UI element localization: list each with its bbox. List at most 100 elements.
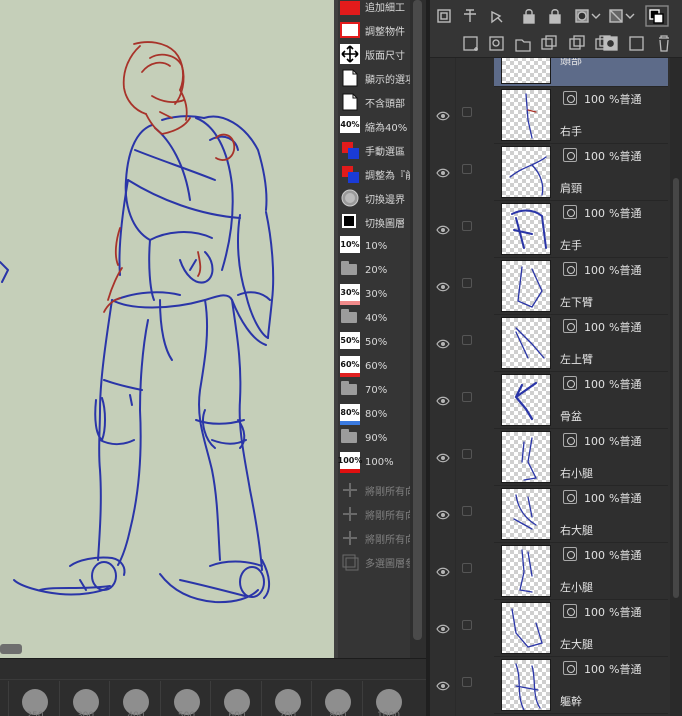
layer-mask-icon[interactable] — [603, 36, 618, 51]
brush-size-item[interactable]: 300 — [61, 685, 111, 716]
brush-size-item[interactable]: 500 — [162, 685, 212, 716]
layer-row[interactable]: 100 %普通 肩頸 — [430, 144, 682, 201]
new-folder-icon[interactable] — [515, 39, 531, 52]
layer-body[interactable]: 100 %普通 右小腿 — [494, 429, 668, 486]
command-item[interactable]: 追加細工 — [338, 0, 410, 18]
layer-list-scrollbar[interactable] — [670, 58, 682, 716]
eye-icon[interactable] — [436, 106, 450, 121]
disabled-command-item[interactable]: 多選圖層參照 — [338, 550, 410, 574]
brush-size-item[interactable]: 400 — [111, 685, 161, 716]
layer-row[interactable]: 100 %普通 左上臂 — [430, 315, 682, 372]
eye-icon[interactable] — [436, 277, 450, 292]
layer-color-checkbox[interactable] — [462, 620, 472, 630]
layer-row[interactable]: 頭部 — [430, 58, 682, 87]
layer-row[interactable]: 100 %普通 右小腿 — [430, 429, 682, 486]
duplicate-layer-icon[interactable] — [541, 35, 557, 50]
eye-icon[interactable] — [436, 220, 450, 235]
opacity-preset-item[interactable]: 40% — [338, 306, 410, 330]
clear-layer-icon[interactable] — [629, 36, 644, 51]
command-item[interactable]: 切換邊界 — [338, 186, 410, 210]
eye-icon[interactable] — [436, 334, 450, 349]
merge-down-icon[interactable] — [569, 35, 585, 50]
opacity-preset-item[interactable]: 60% 60% — [338, 354, 410, 378]
layer-body[interactable]: 100 %普通 軀幹 — [494, 657, 668, 714]
eye-icon[interactable] — [436, 505, 450, 520]
disabled-command-item[interactable]: 將剛所有向量 — [338, 526, 410, 550]
opacity-preset-item[interactable]: 90% — [338, 426, 410, 450]
brush-size-item[interactable]: 1000 — [364, 685, 414, 716]
opacity-preset-item[interactable]: 10% 10% — [338, 234, 410, 258]
eye-icon[interactable] — [436, 619, 450, 634]
new-vector-layer-icon[interactable] — [489, 36, 504, 51]
command-bar-scrollbar[interactable] — [410, 0, 426, 658]
layer-color-checkbox[interactable] — [462, 335, 472, 345]
layer-row[interactable]: 100 %普通 左手 — [430, 201, 682, 258]
layer-row[interactable]: 100 %普通 左小腿 — [430, 543, 682, 600]
layer-color-checkbox[interactable] — [462, 164, 472, 174]
lock-transparency-icon[interactable] — [549, 9, 561, 24]
layer-row[interactable]: 100 %普通 右大腿 — [430, 486, 682, 543]
layer-body[interactable]: 100 %普通 右大腿 — [494, 486, 668, 543]
layer-body[interactable]: 100 %普通 右手 — [494, 87, 668, 144]
command-item[interactable]: 不含頭部 — [338, 90, 410, 114]
layer-list-scroll-thumb[interactable] — [673, 178, 679, 598]
layer-row[interactable]: 100 %普通 左大腿 — [430, 600, 682, 657]
drawing-canvas[interactable] — [0, 0, 336, 658]
command-item[interactable]: 調整為『前 — [338, 162, 410, 186]
mask-icon[interactable] — [575, 9, 601, 23]
layer-row[interactable]: 100 %普通 左下臂 — [430, 258, 682, 315]
layer-color-checkbox[interactable] — [462, 221, 472, 231]
command-bar-scroll-thumb[interactable] — [413, 0, 422, 640]
delete-layer-icon[interactable] — [659, 35, 669, 52]
brush-size-item[interactable]: 800 — [313, 685, 363, 716]
layer-color-checkbox[interactable] — [462, 107, 472, 117]
color-icon[interactable] — [645, 5, 669, 27]
eye-icon[interactable] — [436, 562, 450, 577]
opacity-preset-item[interactable]: 20% — [338, 258, 410, 282]
brush-size-item[interactable]: 250 — [10, 685, 60, 716]
brush-size-item[interactable]: 700 — [263, 685, 313, 716]
command-item[interactable]: 調整物件 — [338, 18, 410, 42]
command-item[interactable]: 版面尺寸 — [338, 42, 410, 66]
new-raster-layer-icon[interactable] — [463, 36, 478, 51]
transfer-icon[interactable] — [464, 9, 476, 22]
layer-body[interactable]: 100 %普通 骨盆 — [494, 372, 668, 429]
command-item[interactable]: 40% 縮為40% — [338, 114, 410, 138]
opacity-preset-item[interactable]: 80% 80% — [338, 402, 410, 426]
layer-color-checkbox[interactable] — [462, 563, 472, 573]
opacity-preset-item[interactable]: 50% 50% — [338, 330, 410, 354]
eye-icon[interactable] — [436, 163, 450, 178]
layer-row[interactable]: 100 %普通 右手 — [430, 87, 682, 144]
command-item[interactable]: 切換圖層 — [338, 210, 410, 234]
disabled-command-item[interactable]: 將剛所有向量 — [338, 502, 410, 526]
opacity-preset-item[interactable]: 30% 30% — [338, 282, 410, 306]
auto-select-icon[interactable] — [491, 10, 503, 24]
layer-color-checkbox[interactable] — [462, 278, 472, 288]
layer-color-checkbox[interactable] — [462, 449, 472, 459]
layer-body[interactable]: 100 %普通 左上臂 — [494, 315, 668, 372]
layer-color-checkbox[interactable] — [462, 506, 472, 516]
opacity-preset-item[interactable]: 100% 100% — [338, 450, 410, 474]
canvas-horizontal-scrollbar[interactable] — [0, 644, 22, 654]
reference-icon[interactable] — [609, 9, 635, 23]
layer-body[interactable]: 100 %普通 左小腿 — [494, 543, 668, 600]
brush-size-item[interactable]: 600 — [212, 685, 262, 716]
lock-icon[interactable] — [523, 9, 535, 24]
eye-icon[interactable] — [436, 391, 450, 406]
eye-icon[interactable] — [436, 448, 450, 463]
layer-body[interactable]: 100 %普通 左手 — [494, 201, 668, 258]
layer-row[interactable]: 100 %普通 軀幹 — [430, 657, 682, 714]
layer-color-checkbox[interactable] — [462, 677, 472, 687]
layer-property-icon[interactable] — [437, 9, 451, 23]
layer-body[interactable]: 100 %普通 左下臂 — [494, 258, 668, 315]
layer-row[interactable]: 100 %普通 骨盆 — [430, 372, 682, 429]
layer-color-checkbox[interactable] — [462, 392, 472, 402]
eye-icon[interactable] — [436, 676, 450, 691]
layer-body[interactable]: 100 %普通 左大腿 — [494, 600, 668, 657]
layer-body[interactable]: 100 %普通 肩頸 — [494, 144, 668, 201]
layer-body[interactable]: 頭部 — [494, 58, 668, 87]
command-item[interactable]: 手動選區 — [338, 138, 410, 162]
disabled-command-item[interactable]: 將剛所有向量 — [338, 478, 410, 502]
opacity-preset-item[interactable]: 70% — [338, 378, 410, 402]
command-item[interactable]: 顯示的選項 — [338, 66, 410, 90]
